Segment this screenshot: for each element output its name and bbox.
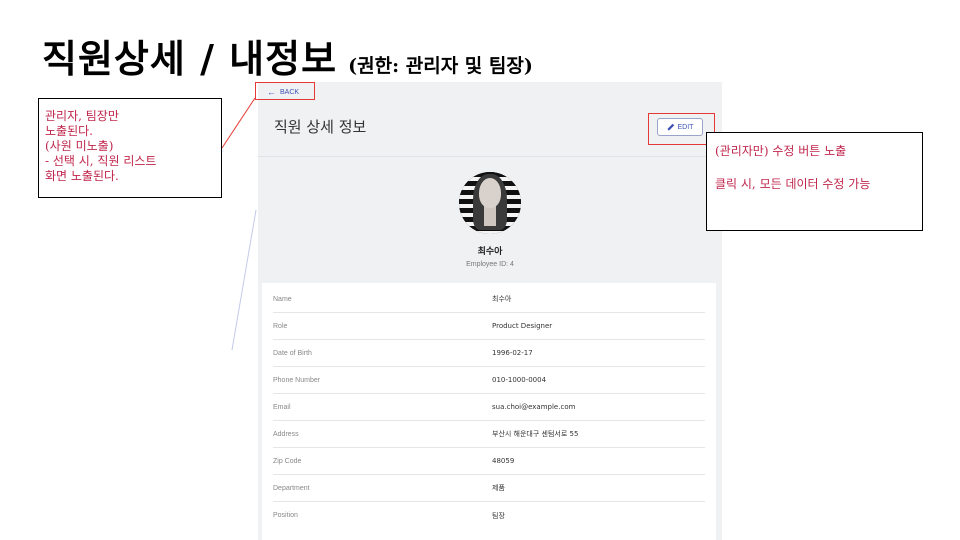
header-divider <box>258 156 722 157</box>
field-label: Role <box>273 322 288 330</box>
field-label: Name <box>273 295 292 303</box>
field-label: Phone Number <box>273 376 321 384</box>
back-button-highlight <box>255 82 315 100</box>
avatar <box>459 172 521 234</box>
employee-id: Employee ID: 4 <box>466 261 514 268</box>
annotation-line: 클릭 시, 모든 데이터 수정 가능 <box>715 177 871 191</box>
field-value: sua.choi@example.com <box>492 403 576 411</box>
table-row: Address 부산시 해운대구 센텀서로 55 <box>273 421 705 448</box>
profile-name: 최수아 <box>477 247 503 257</box>
field-value: 010-1000-0004 <box>492 376 547 384</box>
page-title: 직원 상세 정보 <box>274 118 367 136</box>
field-value: Product Designer <box>492 322 553 330</box>
edit-button-highlight <box>648 113 715 145</box>
employee-detail-mockup: ← BACK 직원 상세 정보 EDIT 최수아 Employee ID: 4 … <box>258 82 722 540</box>
field-label: Date of Birth <box>273 349 312 357</box>
annotation-line: - 선택 시, 직원 리스트 <box>45 154 157 168</box>
annotation-line: (관리자만) 수정 버튼 노출 <box>715 144 847 158</box>
annotation-edit-note: (관리자만) 수정 버튼 노출 클릭 시, 모든 데이터 수정 가능 <box>706 132 923 231</box>
slide-title-main: 직원상세 / 내정보 <box>42 36 338 81</box>
field-label: Department <box>273 484 310 492</box>
field-label: Position <box>273 512 298 519</box>
field-value: 48059 <box>492 457 515 465</box>
field-value: 제품 <box>492 484 505 492</box>
table-row: Email sua.choi@example.com <box>273 394 705 421</box>
table-row: Date of Birth 1996-02-17 <box>273 340 705 367</box>
table-row: Role Product Designer <box>273 313 705 340</box>
detail-table: Name 최수아 Role Product Designer Date of B… <box>262 283 716 540</box>
field-label: Zip Code <box>273 457 302 465</box>
table-row: Phone Number 010-1000-0004 <box>273 367 705 394</box>
annotation-line: 노출된다. <box>45 124 93 138</box>
table-row: Zip Code 48059 <box>273 448 705 475</box>
profile-card: 최수아 Employee ID: 4 <box>258 172 722 268</box>
field-value: 팀장 <box>492 511 505 520</box>
table-row: Name 최수아 <box>273 286 705 313</box>
field-value: 최수아 <box>492 295 512 303</box>
field-label: Address <box>273 430 299 438</box>
annotation-line: 화면 노출된다. <box>45 169 119 183</box>
table-row: Position 팀장 <box>273 502 705 529</box>
slide-title-permission: (권한: 관리자 및 팀장) <box>348 55 533 77</box>
field-label: Email <box>273 403 291 411</box>
annotation-line: 관리자, 팀장만 <box>45 109 119 123</box>
table-row: Department 제품 <box>273 475 705 502</box>
annotation-back-note: 관리자, 팀장만 노출된다. (사원 미노출) - 선택 시, 직원 리스트 화… <box>38 98 222 198</box>
field-value: 부산시 해운대구 센텀서로 55 <box>492 430 579 438</box>
slide-title: 직원상세 / 내정보 (권한: 관리자 및 팀장) <box>42 28 533 83</box>
annotation-line: (사원 미노출) <box>45 139 114 153</box>
field-value: 1996-02-17 <box>492 349 533 357</box>
